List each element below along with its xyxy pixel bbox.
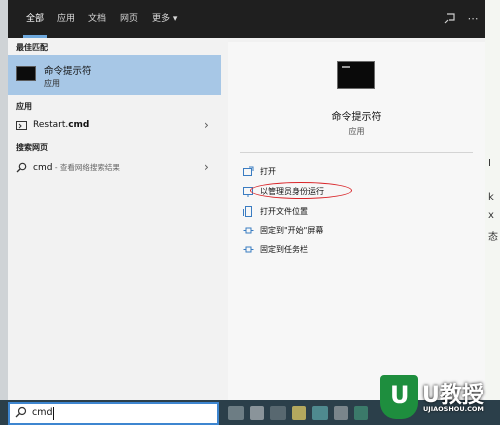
taskbar-search-box[interactable]: cmd bbox=[8, 402, 219, 425]
action-open-file-location-label: 打开文件位置 bbox=[260, 207, 308, 216]
web-search-item[interactable]: cmd - 查看网络搜索结果 › bbox=[8, 158, 221, 178]
chevron-right-icon[interactable]: › bbox=[204, 118, 209, 132]
taskbar-app-icon[interactable] bbox=[292, 406, 306, 420]
action-pin-to-start[interactable]: 固定到"开始"屏幕 bbox=[242, 223, 442, 239]
script-file-icon bbox=[16, 120, 28, 132]
desktop-text-fragment: I bbox=[488, 158, 491, 169]
more-icon[interactable]: ⋯ bbox=[466, 12, 480, 26]
tab-web[interactable]: 网页 bbox=[120, 0, 138, 38]
web-search-header: 搜索网页 bbox=[16, 143, 48, 152]
chevron-right-icon[interactable]: › bbox=[204, 160, 209, 174]
best-match-header: 最佳匹配 bbox=[16, 43, 48, 52]
feedback-icon[interactable] bbox=[442, 12, 456, 26]
watermark-url: UJIAOSHOU.COM bbox=[423, 405, 484, 413]
desktop-text-fragment: x bbox=[488, 210, 494, 221]
divider bbox=[240, 152, 473, 153]
taskbar-app-icon[interactable] bbox=[270, 406, 286, 420]
search-icon bbox=[15, 406, 27, 421]
annotation-ellipse bbox=[250, 182, 352, 199]
tab-all[interactable]: 全部 bbox=[22, 0, 48, 38]
results-pane: 最佳匹配 命令提示符 应用 应用 Restart.cmd › 搜索网页 cmd … bbox=[8, 38, 228, 400]
cmd-app-icon bbox=[16, 66, 36, 81]
details-subtitle: 应用 bbox=[348, 127, 365, 136]
action-pin-to-taskbar-label: 固定到任务栏 bbox=[260, 245, 308, 254]
app-result-item[interactable]: Restart.cmd › bbox=[8, 116, 221, 136]
taskbar-app-icon[interactable] bbox=[354, 406, 368, 420]
watermark-logo: U U教授 UJIAOSHOU.COM bbox=[380, 375, 492, 419]
search-icon bbox=[16, 162, 28, 174]
apps-header: 应用 bbox=[16, 102, 32, 111]
start-menu: 全部 应用 文档 网页 更多 ▾ ⋯ 最佳匹配 命令提示符 应用 应用 Rest… bbox=[8, 0, 485, 400]
file-location-icon bbox=[242, 206, 254, 218]
search-filter-bar: 全部 应用 文档 网页 更多 ▾ ⋯ bbox=[8, 0, 485, 38]
action-pin-to-start-label: 固定到"开始"屏幕 bbox=[260, 226, 324, 235]
taskbar-app-icon[interactable] bbox=[312, 406, 328, 420]
tab-apps[interactable]: 应用 bbox=[57, 0, 75, 38]
desktop-background: I k x 态 bbox=[485, 0, 500, 400]
best-match-type: 应用 bbox=[44, 79, 60, 88]
details-title: 命令提示符 bbox=[331, 112, 382, 123]
taskbar-app-icon[interactable] bbox=[250, 406, 264, 420]
search-input[interactable]: cmd bbox=[32, 407, 53, 418]
best-match-item[interactable]: 命令提示符 应用 bbox=[8, 55, 221, 95]
web-search-label: cmd - 查看网络搜索结果 bbox=[33, 163, 120, 173]
cmd-app-large-icon bbox=[337, 61, 375, 89]
tab-documents[interactable]: 文档 bbox=[88, 0, 106, 38]
shield-logo-icon: U bbox=[380, 375, 418, 419]
action-pin-to-taskbar[interactable]: 固定到任务栏 bbox=[242, 242, 442, 258]
pin-icon bbox=[242, 225, 254, 237]
tab-more[interactable]: 更多 ▾ bbox=[152, 0, 177, 38]
desktop-text-fragment: k bbox=[488, 192, 494, 203]
app-result-label: Restart.cmd bbox=[33, 120, 90, 130]
taskbar-app-icon[interactable] bbox=[334, 406, 348, 420]
pin-icon bbox=[242, 244, 254, 256]
details-pane: 命令提示符 应用 打开 以管理员身份运行 打开文件位置 固定到"开始"屏幕 固定… bbox=[228, 42, 485, 400]
taskbar-app-icon[interactable] bbox=[228, 406, 244, 420]
text-caret bbox=[53, 407, 54, 420]
desktop-text-fragment: 态 bbox=[488, 232, 498, 243]
action-open[interactable]: 打开 bbox=[242, 164, 442, 180]
best-match-name: 命令提示符 bbox=[44, 66, 92, 77]
action-open-label: 打开 bbox=[260, 167, 276, 176]
action-open-file-location[interactable]: 打开文件位置 bbox=[242, 204, 442, 220]
open-icon bbox=[242, 166, 254, 178]
